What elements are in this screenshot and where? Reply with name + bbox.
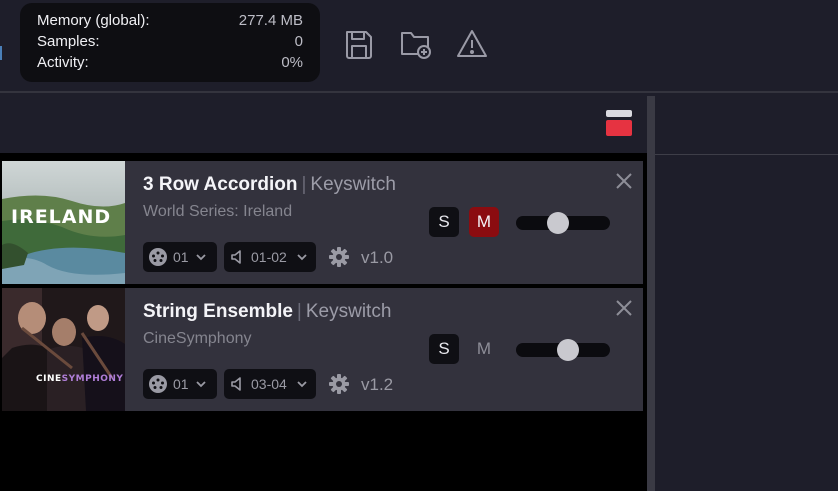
instrument-image: CINESYMPHONY xyxy=(2,288,125,411)
articulation-mode: Keyswitch xyxy=(310,174,396,195)
volume-slider-knob[interactable] xyxy=(556,339,579,361)
memory-label: Memory (global): xyxy=(37,12,150,29)
midi-channel-dropdown[interactable]: 01 xyxy=(143,242,217,272)
instrument-card: CINESYMPHONY String Ensemble | Keyswitch C… xyxy=(2,288,643,411)
solo-button[interactable]: S xyxy=(429,207,459,237)
mute-button[interactable]: M xyxy=(469,207,499,237)
version-label: v1.2 xyxy=(361,375,394,394)
instrument-title: 3 Row Accordion | Keyswitch xyxy=(143,174,396,196)
midi-icon xyxy=(148,374,168,394)
collapse-toggle-top xyxy=(606,110,632,117)
logo-text-part2: SYMPHONY xyxy=(61,374,124,384)
activity-stat: Activity: 0% xyxy=(37,54,303,74)
save-icon[interactable] xyxy=(343,27,375,61)
folder-add-icon[interactable] xyxy=(400,27,432,61)
title-separator: | xyxy=(296,301,302,322)
speaker-icon xyxy=(229,247,249,267)
samples-stat: Samples: 0 xyxy=(37,33,303,53)
instrument-name: 3 Row Accordion xyxy=(143,174,298,195)
window-edge-marker xyxy=(0,46,2,60)
library-logo-text: CINESYMPHONY xyxy=(36,374,123,384)
volume-slider[interactable] xyxy=(516,212,610,234)
volume-slider[interactable] xyxy=(516,339,610,361)
solo-button[interactable]: S xyxy=(429,334,459,364)
library-name: World Series: Ireland xyxy=(143,203,293,220)
gear-icon[interactable] xyxy=(328,373,350,395)
chevron-down-icon xyxy=(195,251,207,263)
activity-value: 0% xyxy=(281,54,303,71)
samples-label: Samples: xyxy=(37,33,100,50)
audio-output-dropdown[interactable]: 01-02 xyxy=(224,242,316,272)
speaker-icon xyxy=(229,374,249,394)
side-panel xyxy=(655,93,838,491)
mute-button[interactable]: M xyxy=(469,334,499,364)
rack-header xyxy=(0,93,647,153)
midi-channel-value: 01 xyxy=(173,249,189,265)
midi-channel-dropdown[interactable]: 01 xyxy=(143,369,217,399)
close-icon[interactable] xyxy=(614,298,634,318)
chevron-down-icon xyxy=(296,378,308,390)
library-logo-text: IRELAND xyxy=(11,206,112,228)
memory-stat: Memory (global): 277.4 MB xyxy=(37,12,303,32)
logo-text-part1: CINE xyxy=(36,374,62,384)
audio-output-value: 01-02 xyxy=(251,249,287,265)
warning-icon[interactable] xyxy=(456,27,488,61)
activity-label: Activity: xyxy=(37,54,89,71)
library-name: CineSymphony xyxy=(143,330,252,347)
chevron-down-icon xyxy=(296,251,308,263)
volume-slider-knob[interactable] xyxy=(547,212,570,234)
instrument-name: String Ensemble xyxy=(143,301,293,322)
audio-output-value: 03-04 xyxy=(251,376,287,392)
memory-value: 277.4 MB xyxy=(238,12,303,29)
version-label: v1.0 xyxy=(361,248,394,267)
samples-value: 0 xyxy=(294,33,303,50)
collapse-toggle-bottom xyxy=(606,120,632,136)
title-separator: | xyxy=(301,174,307,195)
instrument-image: IRELAND xyxy=(2,161,125,284)
gear-icon[interactable] xyxy=(328,246,350,268)
articulation-mode: Keyswitch xyxy=(305,301,392,322)
instrument-card: IRELAND 3 Row Accordion | Keyswitch World … xyxy=(2,161,643,284)
rack-scrollbar[interactable] xyxy=(647,96,655,491)
side-panel-divider xyxy=(655,154,838,155)
midi-icon xyxy=(148,247,168,267)
audio-output-dropdown[interactable]: 03-04 xyxy=(224,369,316,399)
chevron-down-icon xyxy=(195,378,207,390)
close-icon[interactable] xyxy=(614,171,634,191)
midi-channel-value: 01 xyxy=(173,376,189,392)
collapse-toggle-button[interactable] xyxy=(606,110,632,136)
stats-panel: Memory (global): 277.4 MB Samples: 0 Act… xyxy=(20,3,320,82)
instrument-title: String Ensemble | Keyswitch xyxy=(143,301,391,323)
